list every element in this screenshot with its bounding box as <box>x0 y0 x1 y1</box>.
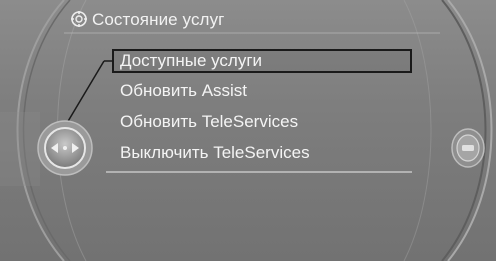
menu-item-update-assist[interactable]: Обновить Assist <box>112 79 412 103</box>
controller-left-right-icon[interactable] <box>37 120 93 176</box>
page-title: Состояние услуг <box>92 10 225 29</box>
menu-item-label: Обновить Assist <box>120 81 248 100</box>
menu-item-label: Обновить TeleServices <box>120 112 299 131</box>
menu-item-available-services[interactable]: Доступные услуги <box>112 49 412 73</box>
settings-gear-icon <box>71 11 87 27</box>
right-side-knob-icon[interactable] <box>451 128 485 168</box>
menu-item-update-teleservices[interactable]: Обновить TeleServices <box>112 110 412 134</box>
menu-item-label: Выключить TeleServices <box>120 143 310 162</box>
menu-item-label: Доступные услуги <box>120 51 263 70</box>
idrive-screen: Состояние услуг Доступные услуги Обновит… <box>0 0 496 261</box>
menu-item-disable-teleservices[interactable]: Выключить TeleServices <box>112 141 412 165</box>
